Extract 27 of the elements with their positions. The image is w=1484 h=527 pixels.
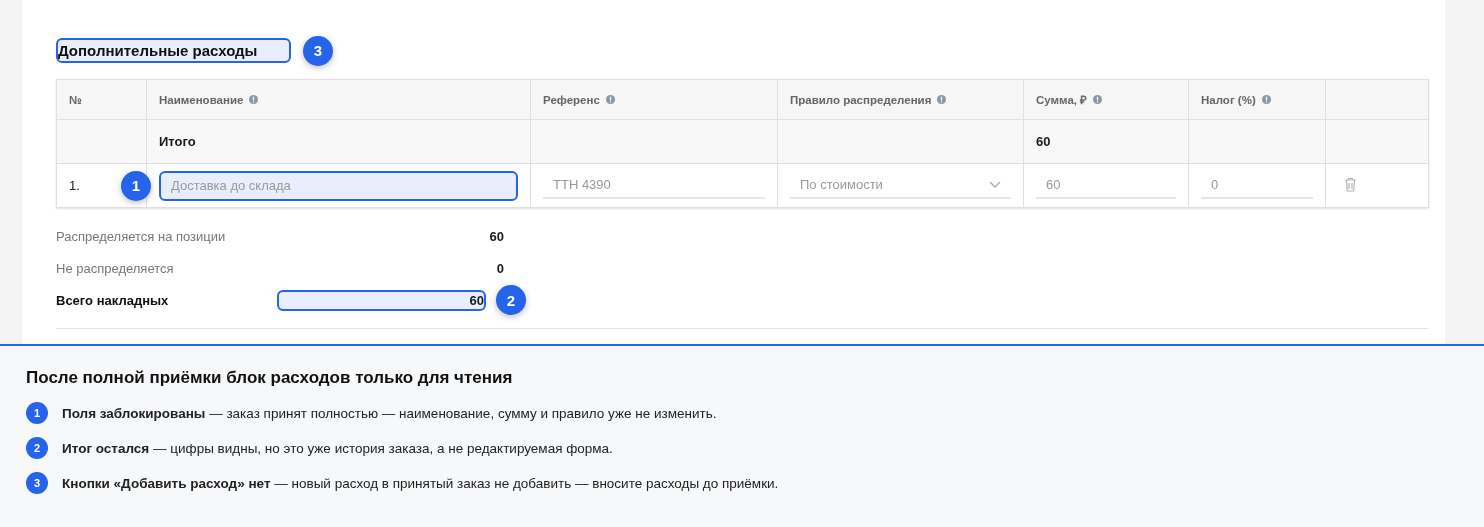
summary-value: 60 [276,289,486,311]
column-header: Налог (%) [1201,93,1256,106]
total-label: Итого [159,134,196,149]
column-header: Правило распределения [790,93,932,106]
callout-badge: 2 [496,285,526,315]
summary-label: Всего накладных [56,292,170,308]
callout-badge: 3 [303,35,333,66]
column-header: № [69,93,82,106]
column-header: Референс [543,93,600,106]
step-badge: 1 [26,402,48,424]
row-number: 1. [69,178,80,193]
chevron-down-icon [989,180,1001,189]
note-text: Кнопки «Добавить расход» нет — новый расход в принятый заказ не добавить — вносите расходы до приёмки. [62,475,779,491]
summary-value: 0 [495,259,504,277]
total-sum: 60 [1036,134,1051,149]
step-badge: 2 [26,437,48,459]
section-title: Дополнительные расходы [56,38,291,63]
column-header: Сумма, ₽ [1036,93,1088,107]
summary-value: 60 [488,227,504,245]
note-text: Итог остался — цифры видны, но это уже история заказа, а не редактируемая форма. [62,440,613,456]
summary-label: Распределяется на позиции [56,228,227,244]
note-text: Поля заблокированы — заказ принят полностью — наименование, сумму и правило уже не изменить. [62,405,717,421]
summary-label: Не распределяется [56,260,175,276]
notes-title: После полной приёмки блок расходов только для чтения [26,368,514,388]
step-badge: 3 [26,472,48,494]
column-header: Наименование [159,93,244,106]
trash-icon[interactable] [1344,176,1357,192]
